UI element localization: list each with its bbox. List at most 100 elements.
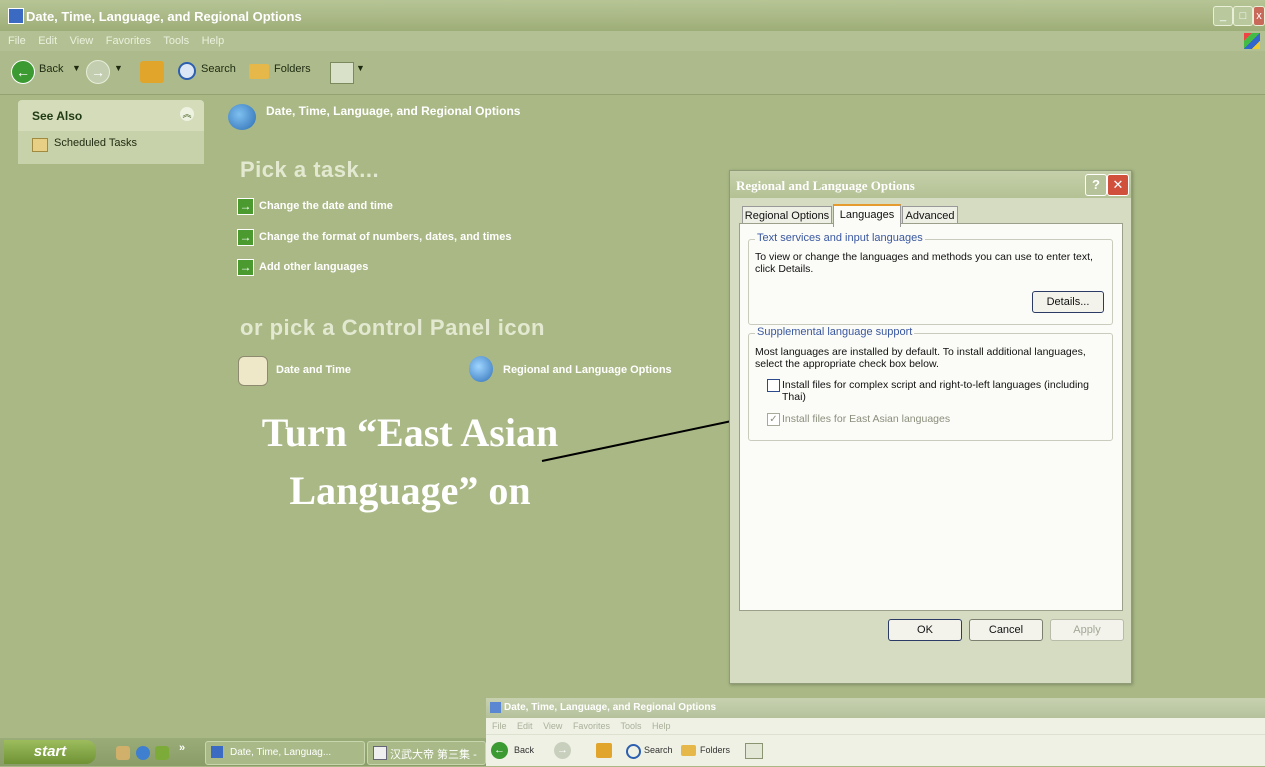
pick-icon-heading: or pick a Control Panel icon xyxy=(240,315,545,340)
browser-icon[interactable] xyxy=(136,746,150,760)
overlay-window: Date, Time, Language, and Regional Optio… xyxy=(486,698,1265,766)
overlay-up-folder-icon[interactable] xyxy=(596,743,612,758)
quicklaunch-chevron[interactable]: » xyxy=(179,742,185,754)
annotation-line-2: Language” on xyxy=(289,468,531,513)
apply-button[interactable]: Apply xyxy=(1050,619,1124,641)
overlay-search-button[interactable]: Search xyxy=(644,745,673,755)
overlay-title-bar: Date, Time, Language, and Regional Optio… xyxy=(486,698,1265,718)
text-services-label: Text services and input languages xyxy=(755,232,925,244)
overlay-menu-bar: File Edit View Favorites Tools Help xyxy=(486,718,1265,734)
overlay-back-button[interactable]: Back xyxy=(514,745,534,755)
overlay-title: Date, Time, Language, and Regional Optio… xyxy=(504,702,717,713)
collapse-icon[interactable]: ︽ xyxy=(180,107,194,121)
overlay-forward-arrow-icon[interactable]: → xyxy=(554,742,571,759)
menu-favorites[interactable]: Favorites xyxy=(106,31,151,51)
overlay-menu-file[interactable]: File xyxy=(492,721,507,731)
toolbar: ← Back ▼ → ▼ Search Folders ▼ xyxy=(0,51,1265,95)
taskbar-item-label: 汉武大帝 第三集 - xyxy=(390,749,477,761)
regional-language-dialog: Regional and Language Options ? ✕ Region… xyxy=(729,170,1132,684)
overlay-menu-favorites[interactable]: Favorites xyxy=(573,721,610,731)
views-icon[interactable] xyxy=(330,62,354,84)
help-button[interactable]: ? xyxy=(1085,174,1107,196)
scheduled-tasks-icon xyxy=(32,138,48,152)
folders-icon[interactable] xyxy=(249,64,269,79)
taskbar: start » Date, Time, Languag... 汉武大帝 第三集 … xyxy=(0,738,486,766)
taskbar-item-document[interactable]: 汉武大帝 第三集 - xyxy=(367,741,486,765)
forward-arrow-icon[interactable]: → xyxy=(86,60,110,84)
task-change-format[interactable]: Change the format of numbers, dates, and… xyxy=(259,231,511,243)
menu-view[interactable]: View xyxy=(70,31,94,51)
back-button[interactable]: Back xyxy=(39,63,63,75)
control-panel-icon xyxy=(8,8,24,24)
menu-help[interactable]: Help xyxy=(202,31,225,51)
supplemental-support-group: Supplemental language support Most langu… xyxy=(748,326,1113,441)
ok-button[interactable]: OK xyxy=(888,619,962,641)
overlay-toolbar: ← Back → Search Folders xyxy=(486,734,1265,767)
complex-script-checkbox[interactable] xyxy=(767,379,780,392)
maximize-button[interactable]: □ xyxy=(1233,6,1253,26)
title-bar: Date, Time, Language, and Regional Optio… xyxy=(0,0,1265,32)
window-title: Date, Time, Language, and Regional Optio… xyxy=(26,9,302,24)
menu-tools[interactable]: Tools xyxy=(163,31,189,51)
overlay-menu-help[interactable]: Help xyxy=(652,721,671,731)
details-button[interactable]: Details... xyxy=(1032,291,1104,313)
see-also-header[interactable]: See Also ︽ xyxy=(18,100,204,131)
category-title: Date, Time, Language, and Regional Optio… xyxy=(266,104,521,118)
overlay-views-icon[interactable] xyxy=(745,743,763,759)
task-arrow-icon: → xyxy=(237,229,254,246)
minimize-button[interactable]: _ xyxy=(1213,6,1233,26)
quicklaunch-icon[interactable] xyxy=(116,746,130,760)
back-dropdown-icon[interactable]: ▼ xyxy=(72,63,81,73)
control-panel-icon xyxy=(490,702,501,713)
overlay-back-arrow-icon[interactable]: ← xyxy=(491,742,508,759)
icon-label-date-and-time[interactable]: Date and Time xyxy=(276,364,351,376)
supplemental-description: Most languages are installed by default.… xyxy=(755,346,1086,370)
search-icon[interactable] xyxy=(178,62,196,80)
see-also-panel: See Also ︽ Scheduled Tasks xyxy=(18,100,204,164)
search-button[interactable]: Search xyxy=(201,63,236,75)
document-icon xyxy=(373,746,387,760)
overlay-folders-button[interactable]: Folders xyxy=(700,745,730,755)
dialog-title: Regional and Language Options xyxy=(736,178,915,193)
folders-button[interactable]: Folders xyxy=(274,63,311,75)
overlay-search-icon[interactable] xyxy=(626,744,641,759)
task-arrow-icon: → xyxy=(237,198,254,215)
windows-logo-icon xyxy=(1244,33,1260,49)
dialog-title-bar: Regional and Language Options ? ✕ xyxy=(730,171,1131,198)
text-services-group: Text services and input languages To vie… xyxy=(748,232,1113,325)
icon-label-regional-language[interactable]: Regional and Language Options xyxy=(503,364,672,376)
overlay-menu-tools[interactable]: Tools xyxy=(620,721,641,731)
menu-edit[interactable]: Edit xyxy=(38,31,57,51)
cancel-button[interactable]: Cancel xyxy=(969,619,1043,641)
back-arrow-icon[interactable]: ← xyxy=(11,60,35,84)
menu-file[interactable]: File xyxy=(8,31,26,51)
tab-languages[interactable]: Languages xyxy=(833,204,901,227)
task-arrow-icon: → xyxy=(237,259,254,276)
up-folder-icon[interactable] xyxy=(140,61,164,83)
east-asian-checkbox[interactable]: ✓ xyxy=(767,413,780,426)
date-time-icon[interactable] xyxy=(238,356,268,386)
close-button[interactable]: x xyxy=(1253,6,1265,26)
complex-script-label[interactable]: Install files for complex script and rig… xyxy=(782,379,1102,403)
languages-tab-panel: Text services and input languages To vie… xyxy=(739,223,1123,611)
forward-dropdown-icon[interactable]: ▼ xyxy=(114,63,123,73)
views-dropdown-icon[interactable]: ▼ xyxy=(356,63,365,73)
overlay-menu-view[interactable]: View xyxy=(543,721,562,731)
overlay-menu-edit[interactable]: Edit xyxy=(517,721,533,731)
regional-globe-icon[interactable] xyxy=(469,356,493,382)
see-also-item-scheduled-tasks[interactable]: Scheduled Tasks xyxy=(54,137,137,149)
task-add-languages[interactable]: Add other languages xyxy=(259,261,368,273)
overlay-folders-icon[interactable] xyxy=(681,745,696,756)
quicklaunch-app-icon[interactable] xyxy=(155,746,169,760)
see-also-title: See Also xyxy=(32,109,83,123)
task-change-date-time[interactable]: Change the date and time xyxy=(259,200,393,212)
taskbar-item-label: Date, Time, Languag... xyxy=(230,747,332,758)
east-asian-label[interactable]: Install files for East Asian languages xyxy=(782,413,1102,425)
text-services-description: To view or change the languages and meth… xyxy=(755,251,1093,275)
menu-bar: File Edit View Favorites Tools Help xyxy=(0,31,1265,51)
control-panel-icon xyxy=(211,746,223,758)
start-button[interactable]: start xyxy=(4,740,96,764)
taskbar-item-control-panel[interactable]: Date, Time, Languag... xyxy=(205,741,365,765)
dialog-close-button[interactable]: ✕ xyxy=(1107,174,1129,196)
globe-calendar-icon xyxy=(228,104,256,130)
